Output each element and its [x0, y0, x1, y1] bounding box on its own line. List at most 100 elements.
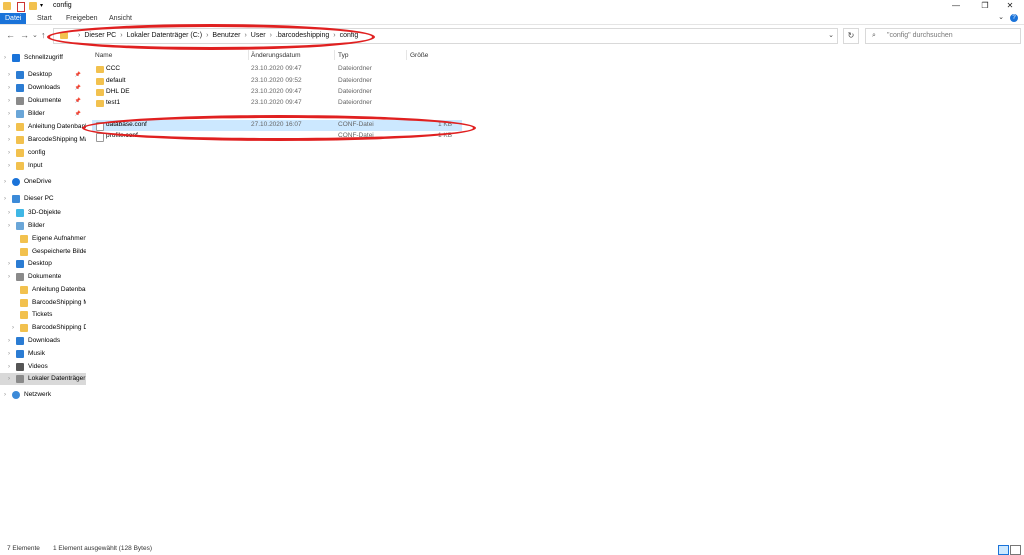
- file-row[interactable]: DHL DE 23.10.2020 09:47 Dateiordner: [92, 87, 462, 98]
- expand-chevron-icon[interactable]: ›: [8, 121, 10, 133]
- tab-datei[interactable]: Datei: [0, 13, 27, 24]
- expand-chevron-icon[interactable]: ›: [8, 335, 10, 347]
- file-name: DHL DE: [106, 88, 130, 95]
- expand-chevron-icon[interactable]: ›: [8, 160, 10, 172]
- help-icon[interactable]: ?: [1010, 14, 1018, 22]
- sidebar-item[interactable]: › Lokaler Datenträger (C:): [0, 373, 86, 385]
- tab-freigeben[interactable]: Freigeben: [61, 13, 103, 24]
- sidebar-item[interactable]: › 3D-Objekte: [0, 207, 86, 219]
- sidebar-item[interactable]: › Anleitung Datenbank: [0, 121, 86, 133]
- expand-chevron-icon[interactable]: ›: [8, 207, 10, 219]
- sidebar-item[interactable]: Eigene Aufnahmen: [0, 233, 86, 245]
- up-button[interactable]: ↑: [41, 30, 46, 40]
- sidebar-item[interactable]: › Dokumente 📌: [0, 95, 86, 107]
- folder-icon: [20, 286, 28, 294]
- sidebar-item[interactable]: › Downloads: [0, 335, 86, 347]
- ribbon-collapse-icon[interactable]: ⌄: [998, 13, 1004, 21]
- folder-icon: [16, 136, 24, 144]
- file-date: 23.10.2020 09:47: [251, 88, 302, 95]
- download-icon: [16, 84, 24, 92]
- sidebar-item-label: Netzwerk: [24, 391, 52, 398]
- column-divider[interactable]: [406, 50, 407, 60]
- file-row[interactable]: CCC 23.10.2020 09:47 Dateiordner: [92, 64, 462, 75]
- search-input[interactable]: "config" durchsuchen: [887, 32, 953, 39]
- sidebar-item[interactable]: › Downloads 📌: [0, 82, 86, 94]
- expand-chevron-icon[interactable]: ›: [4, 193, 6, 205]
- sidebar-item[interactable]: Tickets: [0, 309, 86, 321]
- file-row[interactable]: default 23.10.2020 09:52 Dateiordner: [92, 76, 462, 87]
- search-icon: ⌕: [872, 32, 876, 39]
- sidebar-item[interactable]: › Videos: [0, 361, 86, 373]
- sidebar-item[interactable]: › config: [0, 147, 86, 159]
- sidebar-item-label: Tickets: [32, 311, 53, 318]
- sidebar-item[interactable]: › BarcodeShipping Data: [0, 322, 86, 334]
- file-name: test1: [106, 99, 121, 106]
- column-divider[interactable]: [248, 50, 249, 60]
- expand-chevron-icon[interactable]: ›: [8, 348, 10, 360]
- sidebar-item[interactable]: Anleitung Datenbank: [0, 284, 86, 296]
- new-folder-icon[interactable]: [29, 2, 37, 10]
- download-icon: [16, 337, 24, 345]
- sidebar-item-label: 3D-Objekte: [28, 209, 61, 216]
- file-type: Dateiordner: [338, 99, 372, 106]
- column-header-size[interactable]: Größe: [410, 52, 428, 59]
- drive-icon: [16, 375, 24, 383]
- sidebar-item[interactable]: › BarcodeShipping Manual: [0, 134, 86, 146]
- minimize-button[interactable]: —: [942, 0, 970, 12]
- expand-chevron-icon[interactable]: ›: [8, 373, 10, 385]
- maximize-button[interactable]: ❐: [971, 0, 999, 12]
- forward-button[interactable]: →: [20, 30, 29, 40]
- sidebar-item[interactable]: › OneDrive: [0, 176, 86, 188]
- tab-start[interactable]: Start: [32, 13, 57, 24]
- refresh-button[interactable]: ↻: [843, 28, 859, 44]
- customize-qat-icon[interactable]: ▾: [40, 2, 48, 10]
- expand-chevron-icon[interactable]: ›: [8, 82, 10, 94]
- column-divider[interactable]: [334, 50, 335, 60]
- sidebar-item[interactable]: › Desktop 📌: [0, 69, 86, 81]
- properties-icon[interactable]: [17, 2, 25, 12]
- back-button[interactable]: ←: [6, 30, 15, 40]
- details-view-icon[interactable]: [998, 545, 1009, 555]
- sidebar-item[interactable]: › Netzwerk: [0, 389, 86, 401]
- search-box[interactable]: ⌕ "config" durchsuchen: [865, 28, 1021, 44]
- sidebar-item[interactable]: › Bilder: [0, 220, 86, 232]
- file-type: Dateiordner: [338, 88, 372, 95]
- expand-chevron-icon[interactable]: ›: [8, 258, 10, 270]
- recent-locations-button[interactable]: ⌄: [32, 31, 38, 39]
- address-dropdown-icon[interactable]: ⌄: [828, 31, 834, 39]
- file-row[interactable]: test1 23.10.2020 09:47 Dateiordner: [92, 98, 462, 109]
- sidebar-item-label: Schnellzugriff: [24, 54, 63, 61]
- expand-chevron-icon[interactable]: ›: [8, 108, 10, 120]
- column-header-type[interactable]: Typ: [338, 52, 348, 59]
- folder-icon: [96, 89, 104, 96]
- sidebar-item[interactable]: › Dokumente: [0, 271, 86, 283]
- navigation-pane: › Schnellzugriff › Desktop 📌 › Downloads 📌 › Doku…: [0, 52, 86, 532]
- expand-chevron-icon[interactable]: ›: [8, 271, 10, 283]
- expand-chevron-icon[interactable]: ›: [8, 220, 10, 232]
- sidebar-item[interactable]: › Desktop: [0, 258, 86, 270]
- tab-ansicht[interactable]: Ansicht: [104, 13, 137, 24]
- folder-icon: [96, 100, 104, 107]
- expand-chevron-icon[interactable]: ›: [4, 176, 6, 188]
- expand-chevron-icon[interactable]: ›: [8, 95, 10, 107]
- sidebar-item[interactable]: › Bilder 📌: [0, 108, 86, 120]
- expand-chevron-icon[interactable]: ›: [8, 69, 10, 81]
- expand-chevron-icon[interactable]: ›: [8, 134, 10, 146]
- window-title: config: [53, 2, 72, 9]
- column-header-date[interactable]: Änderungsdatum: [251, 52, 301, 59]
- expand-chevron-icon[interactable]: ›: [8, 361, 10, 373]
- sidebar-item[interactable]: Gespeicherte Bilder: [0, 246, 86, 258]
- expand-chevron-icon[interactable]: ›: [4, 52, 6, 64]
- expand-chevron-icon[interactable]: ›: [12, 322, 14, 334]
- sidebar-item[interactable]: › Musik: [0, 348, 86, 360]
- close-button[interactable]: ✕: [996, 0, 1024, 12]
- highlight-ellipse: [82, 115, 476, 141]
- sidebar-item[interactable]: › Schnellzugriff: [0, 52, 86, 64]
- sidebar-item[interactable]: › Input: [0, 160, 86, 172]
- column-header-name[interactable]: Name: [95, 52, 112, 59]
- expand-chevron-icon[interactable]: ›: [4, 389, 6, 401]
- expand-chevron-icon[interactable]: ›: [8, 147, 10, 159]
- large-icons-view-icon[interactable]: [1010, 545, 1021, 555]
- sidebar-item[interactable]: BarcodeShipping Manual: [0, 297, 86, 309]
- sidebar-item[interactable]: › Dieser PC: [0, 193, 86, 205]
